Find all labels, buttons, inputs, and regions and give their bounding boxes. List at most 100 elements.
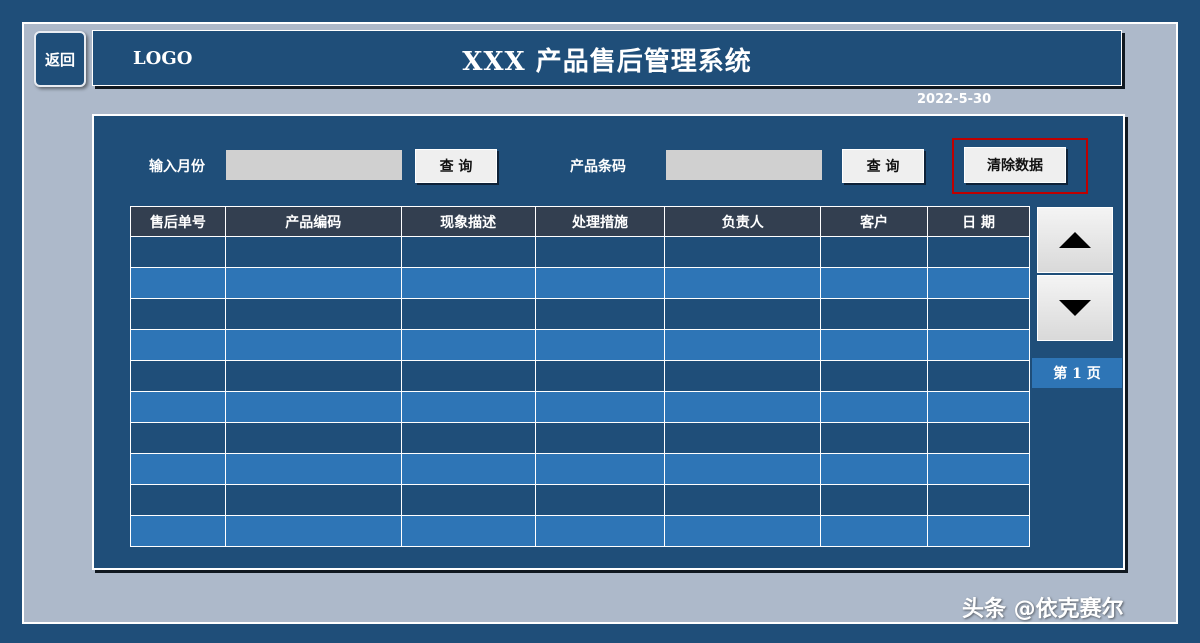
query-barcode-button[interactable]: 查 询 <box>842 149 924 183</box>
table-cell[interactable] <box>534 329 666 361</box>
table-row <box>130 236 1030 268</box>
current-date: 2022-5-30 <box>917 92 992 107</box>
table-cell[interactable] <box>534 360 666 392</box>
table-cell[interactable] <box>664 484 822 516</box>
table-cell[interactable] <box>927 329 1030 361</box>
table-cell[interactable] <box>224 515 402 547</box>
table-cell[interactable] <box>927 267 1030 299</box>
back-button[interactable]: 返回 <box>34 31 86 87</box>
column-header: 产品编码 <box>224 206 402 237</box>
table-cell[interactable] <box>400 236 536 268</box>
table-cell[interactable] <box>664 298 822 330</box>
table-cell[interactable] <box>927 391 1030 423</box>
table-row <box>130 484 1030 516</box>
table-cell[interactable] <box>820 391 929 423</box>
table-cell[interactable] <box>400 360 536 392</box>
table-cell[interactable] <box>400 453 536 485</box>
table-row <box>130 515 1030 547</box>
column-header: 处理措施 <box>534 206 666 237</box>
table-cell[interactable] <box>927 298 1030 330</box>
month-input[interactable] <box>226 150 402 180</box>
table-cell[interactable] <box>130 515 226 547</box>
column-header: 客户 <box>820 206 929 237</box>
table-cell[interactable] <box>820 298 929 330</box>
table-cell[interactable] <box>664 360 822 392</box>
scroll-down-button[interactable] <box>1037 275 1113 341</box>
table-cell[interactable] <box>534 422 666 454</box>
table-cell[interactable] <box>130 329 226 361</box>
table-cell[interactable] <box>534 391 666 423</box>
page-indicator: 第 1 页 <box>1032 358 1122 388</box>
table-cell[interactable] <box>130 422 226 454</box>
table-cell[interactable] <box>400 515 536 547</box>
table-cell[interactable] <box>400 329 536 361</box>
table-cell[interactable] <box>130 484 226 516</box>
barcode-label: 产品条码 <box>570 159 626 175</box>
table-cell[interactable] <box>224 236 402 268</box>
table-cell[interactable] <box>224 484 402 516</box>
column-header: 日 期 <box>927 206 1030 237</box>
table-cell[interactable] <box>664 329 822 361</box>
table-cell[interactable] <box>400 484 536 516</box>
table-cell[interactable] <box>927 236 1030 268</box>
table-cell[interactable] <box>534 267 666 299</box>
table-cell[interactable] <box>664 391 822 423</box>
table-cell[interactable] <box>224 391 402 423</box>
table-cell[interactable] <box>224 329 402 361</box>
table-cell[interactable] <box>820 267 929 299</box>
table-cell[interactable] <box>820 329 929 361</box>
table-cell[interactable] <box>820 360 929 392</box>
table-cell[interactable] <box>130 453 226 485</box>
table-cell[interactable] <box>534 484 666 516</box>
table-row <box>130 298 1030 330</box>
table-cell[interactable] <box>820 515 929 547</box>
table-row <box>130 422 1030 454</box>
table-cell[interactable] <box>400 391 536 423</box>
table-cell[interactable] <box>927 515 1030 547</box>
page-title: XXX 产品售后管理系统 <box>462 47 752 77</box>
table-row <box>130 391 1030 423</box>
table-row <box>130 360 1030 392</box>
table-cell[interactable] <box>130 236 226 268</box>
table-cell[interactable] <box>820 484 929 516</box>
table-cell[interactable] <box>224 267 402 299</box>
table-cell[interactable] <box>224 360 402 392</box>
table-cell[interactable] <box>820 422 929 454</box>
triangle-down-icon <box>1059 300 1091 316</box>
table-cell[interactable] <box>664 453 822 485</box>
table-cell[interactable] <box>224 298 402 330</box>
table-cell[interactable] <box>400 422 536 454</box>
table-cell[interactable] <box>534 236 666 268</box>
table-cell[interactable] <box>664 515 822 547</box>
header-bar: LOGO XXX 产品售后管理系统 <box>92 30 1122 86</box>
table-cell[interactable] <box>224 453 402 485</box>
scroll-up-button[interactable] <box>1037 207 1113 273</box>
table-cell[interactable] <box>400 298 536 330</box>
column-header: 售后单号 <box>130 206 226 237</box>
table-cell[interactable] <box>927 484 1030 516</box>
table-cell[interactable] <box>534 453 666 485</box>
table-cell[interactable] <box>664 267 822 299</box>
table-cell[interactable] <box>130 391 226 423</box>
table-cell[interactable] <box>820 453 929 485</box>
table-cell[interactable] <box>534 298 666 330</box>
clear-data-button[interactable]: 清除数据 <box>964 147 1066 183</box>
table-cell[interactable] <box>664 422 822 454</box>
table-body <box>130 236 1030 547</box>
table-cell[interactable] <box>534 515 666 547</box>
table-cell[interactable] <box>130 360 226 392</box>
query-month-button[interactable]: 查 询 <box>415 149 497 183</box>
table-row <box>130 453 1030 485</box>
barcode-input[interactable] <box>666 150 822 180</box>
table-cell[interactable] <box>820 236 929 268</box>
table-cell[interactable] <box>927 360 1030 392</box>
column-header: 负责人 <box>664 206 822 237</box>
table-cell[interactable] <box>664 236 822 268</box>
triangle-up-icon <box>1059 232 1091 248</box>
table-cell[interactable] <box>224 422 402 454</box>
table-cell[interactable] <box>927 422 1030 454</box>
table-cell[interactable] <box>927 453 1030 485</box>
table-cell[interactable] <box>400 267 536 299</box>
table-cell[interactable] <box>130 267 226 299</box>
table-cell[interactable] <box>130 298 226 330</box>
